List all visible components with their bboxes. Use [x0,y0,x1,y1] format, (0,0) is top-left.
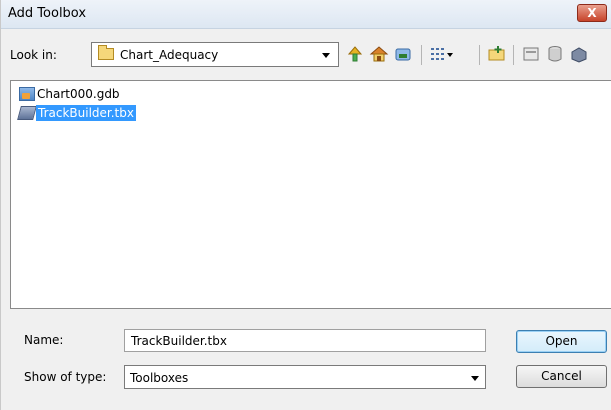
show-of-type-value: Toolboxes [130,371,189,385]
add-toolbox-dialog: Add Toolbox X Look in: Chart_Adequacy Ch… [0,0,611,410]
folder-icon [98,45,114,60]
database-icon[interactable] [545,44,565,64]
name-input[interactable]: TrackBuilder.tbx [124,329,486,352]
toolbox-icon[interactable] [569,44,589,64]
file-name: Chart000.gdb [37,87,120,101]
chevron-down-icon[interactable] [471,376,479,381]
new-folder-icon[interactable] [487,44,507,64]
toolbar-separator [421,45,422,65]
show-of-type-dropdown[interactable]: Toolboxes [124,365,486,389]
connect-folder-icon[interactable] [393,44,413,64]
home-icon[interactable] [369,44,389,64]
look-in-label: Look in: [10,48,57,62]
open-button[interactable]: Open [516,330,607,353]
file-name: TrackBuilder.tbx [36,105,136,121]
look-in-value: Chart_Adequacy [120,48,219,62]
dialog-title: Add Toolbox [8,6,87,21]
chevron-down-icon[interactable] [322,53,330,58]
view-menu-icon[interactable] [429,44,455,64]
show-of-type-label: Show of type: [24,370,107,384]
toolbox-icon [17,106,37,120]
file-list[interactable]: Chart000.gdb TrackBuilder.tbx [10,80,611,309]
name-label: Name: [24,333,64,347]
title-bar: Add Toolbox X [1,0,611,29]
geodatabase-icon [19,87,35,101]
toolbar-separator [479,45,480,65]
toolbar-separator [513,45,514,65]
look-in-dropdown[interactable]: Chart_Adequacy [91,42,339,67]
close-button[interactable]: X [577,4,607,22]
up-one-level-icon[interactable] [345,44,365,64]
cancel-button[interactable]: Cancel [516,365,607,388]
catalog-icon[interactable] [521,44,541,64]
